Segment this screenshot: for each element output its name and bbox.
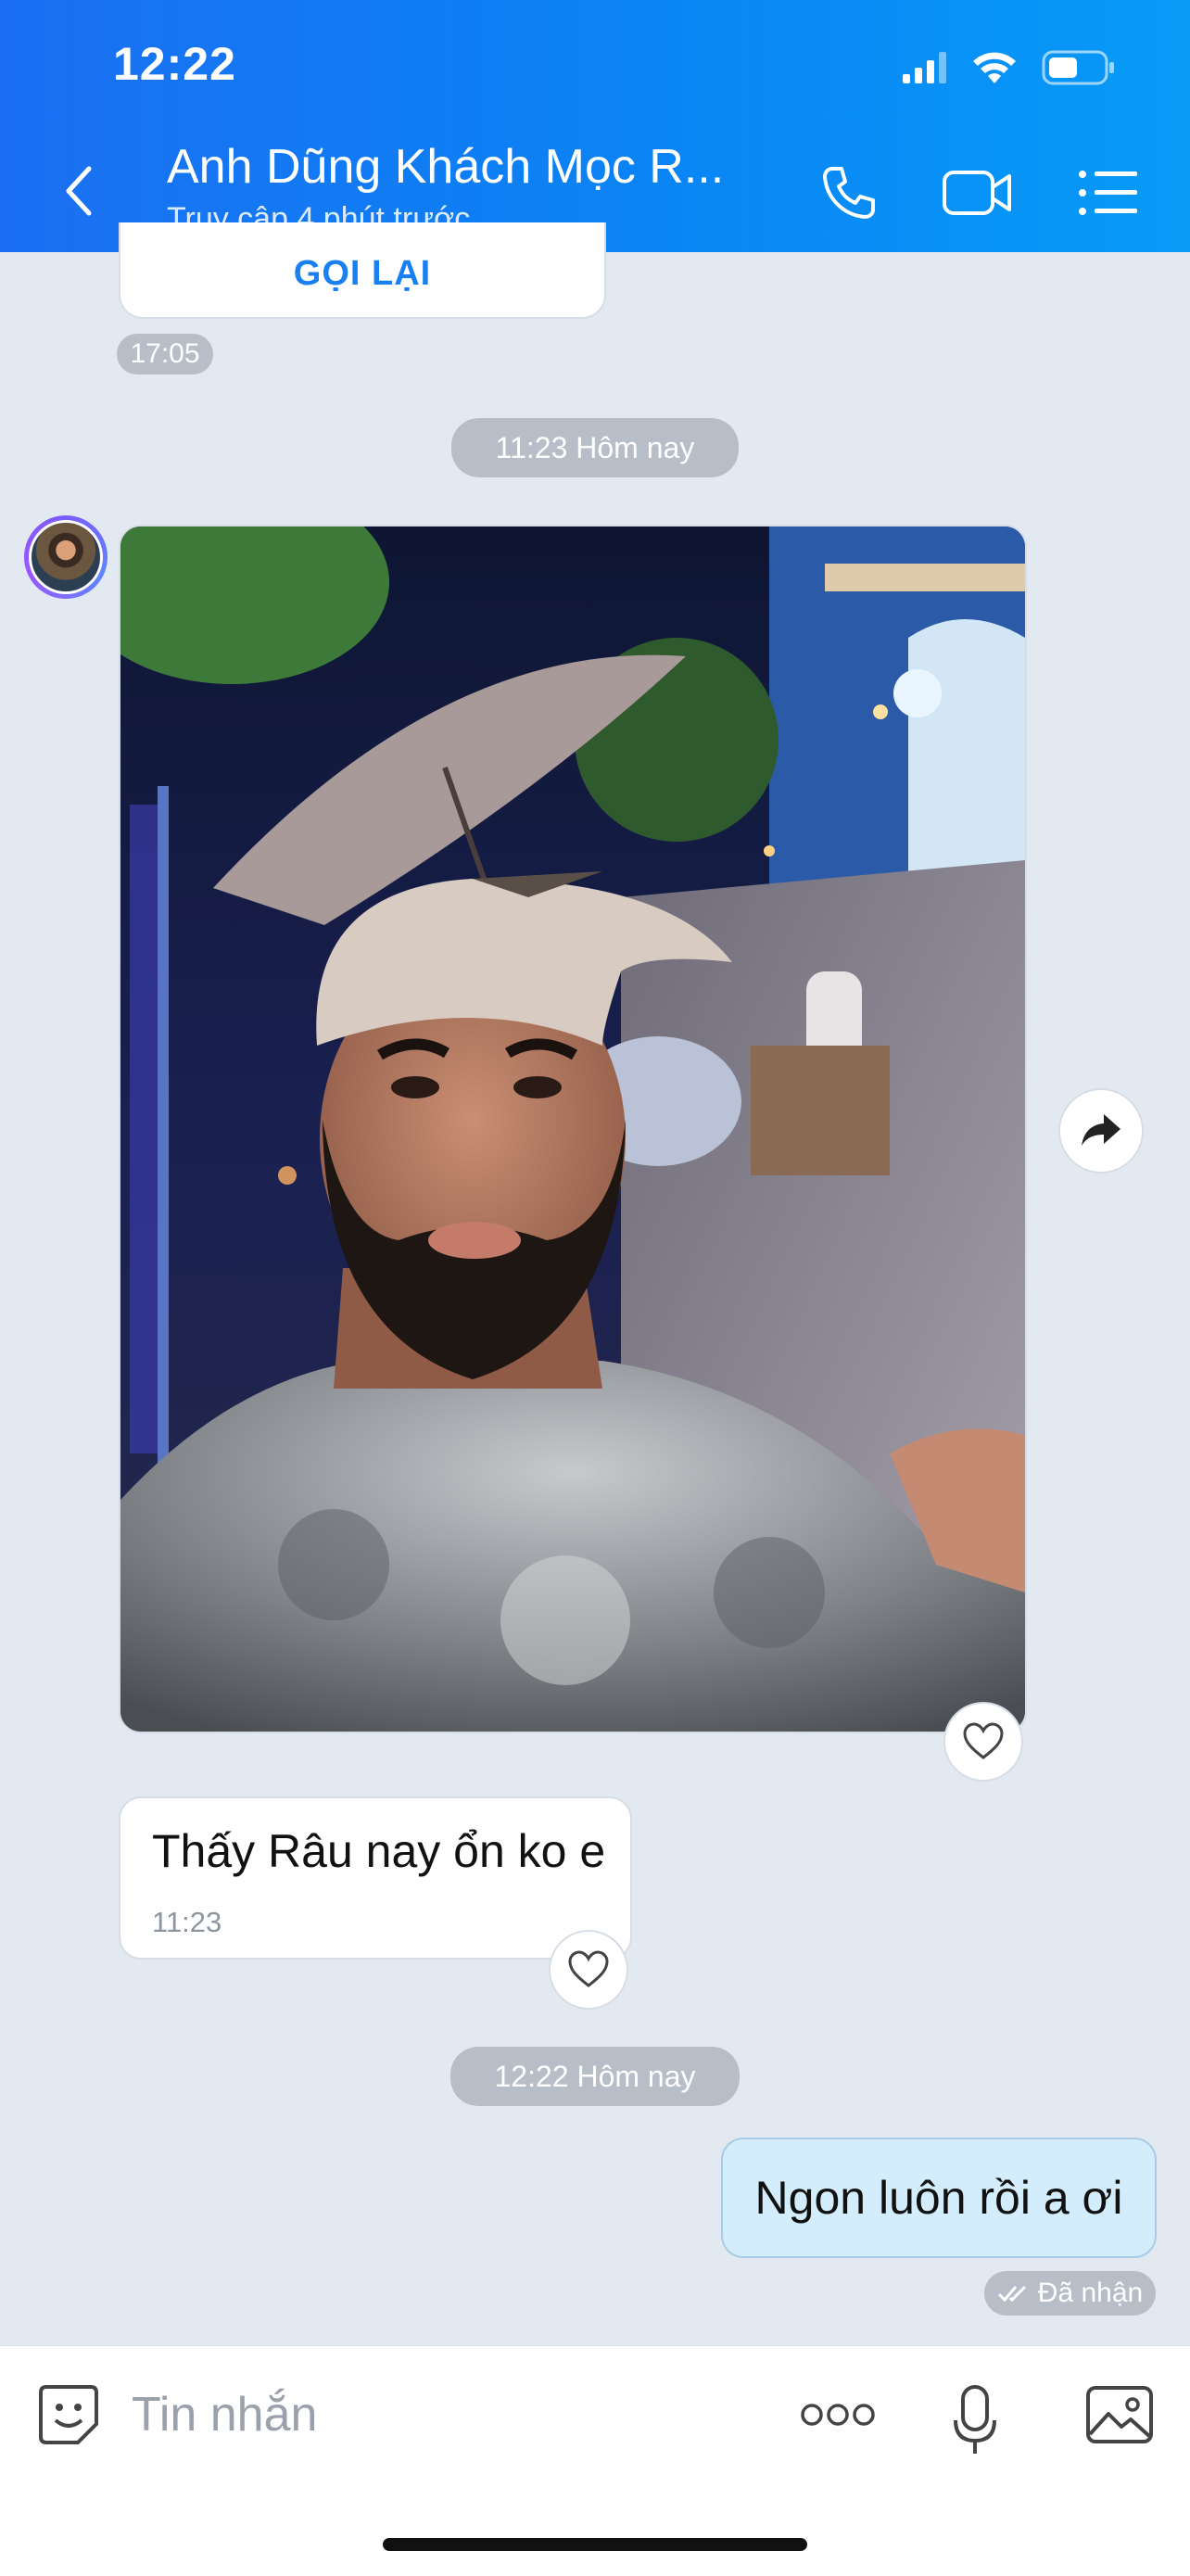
options-button[interactable] xyxy=(1073,158,1144,228)
back-button[interactable] xyxy=(56,158,100,224)
status-time: 12:22 xyxy=(113,38,236,90)
incoming-message[interactable]: Thấy Râu nay ổn ko e 11:23 xyxy=(119,1796,632,1960)
sticker-button[interactable] xyxy=(32,2378,106,2452)
double-check-icon xyxy=(997,2285,1026,2303)
react-heart-button[interactable] xyxy=(549,1930,628,2010)
delivery-status: Đã nhận xyxy=(984,2271,1156,2316)
gallery-button[interactable] xyxy=(1081,2378,1158,2452)
more-options-button[interactable] xyxy=(799,2378,877,2452)
date-divider: 11:23 Hôm nay xyxy=(451,418,739,477)
forward-button[interactable] xyxy=(1058,1088,1144,1174)
selfie-photo xyxy=(120,527,1025,1732)
contact-avatar[interactable] xyxy=(24,515,108,599)
chevron-left-icon xyxy=(66,166,92,216)
react-heart-button[interactable] xyxy=(943,1702,1023,1782)
voice-call-button[interactable] xyxy=(812,158,886,228)
image-gallery-icon xyxy=(1086,2386,1153,2443)
heart-icon xyxy=(568,1950,609,1987)
missed-call-card: GỌI LẠI xyxy=(119,222,606,319)
message-time: 11:23 xyxy=(152,1906,222,1938)
phone-icon xyxy=(823,167,875,219)
message-input[interactable]: Tin nhắn xyxy=(132,2387,317,2443)
video-call-button[interactable] xyxy=(938,158,1018,228)
chat-header: 12:22 Anh Dũng Khách Mọc R... Truy cập 4… xyxy=(0,0,1190,252)
contact-name[interactable]: Anh Dũng Khách Mọc R... xyxy=(167,139,760,195)
heart-icon xyxy=(963,1722,1004,1759)
more-dots-icon xyxy=(801,2404,875,2426)
share-arrow-icon xyxy=(1082,1114,1120,1146)
voice-message-button[interactable] xyxy=(945,2374,1005,2467)
status-icons xyxy=(903,46,1116,89)
signal-icon xyxy=(903,52,946,83)
delivery-status-text: Đã nhận xyxy=(1037,2278,1144,2308)
microphone-icon xyxy=(954,2385,996,2454)
battery-icon xyxy=(1042,50,1114,85)
message-text: Ngon luôn rồi a ơi xyxy=(754,2172,1123,2224)
message-text: Thấy Râu nay ổn ko e xyxy=(152,1825,606,1877)
message-time: 17:05 xyxy=(117,334,213,374)
emoji-sticker-icon xyxy=(39,2385,98,2444)
date-divider: 12:22 Hôm nay xyxy=(450,2047,740,2106)
list-menu-icon xyxy=(1079,171,1137,215)
wifi-icon xyxy=(973,52,1016,83)
home-indicator xyxy=(383,2538,807,2551)
call-back-button[interactable]: GỌI LẠI xyxy=(120,254,604,294)
video-camera-icon xyxy=(943,171,1011,215)
photo-message[interactable] xyxy=(119,525,1027,1733)
outgoing-message[interactable]: Ngon luôn rồi a ơi xyxy=(721,2138,1157,2258)
